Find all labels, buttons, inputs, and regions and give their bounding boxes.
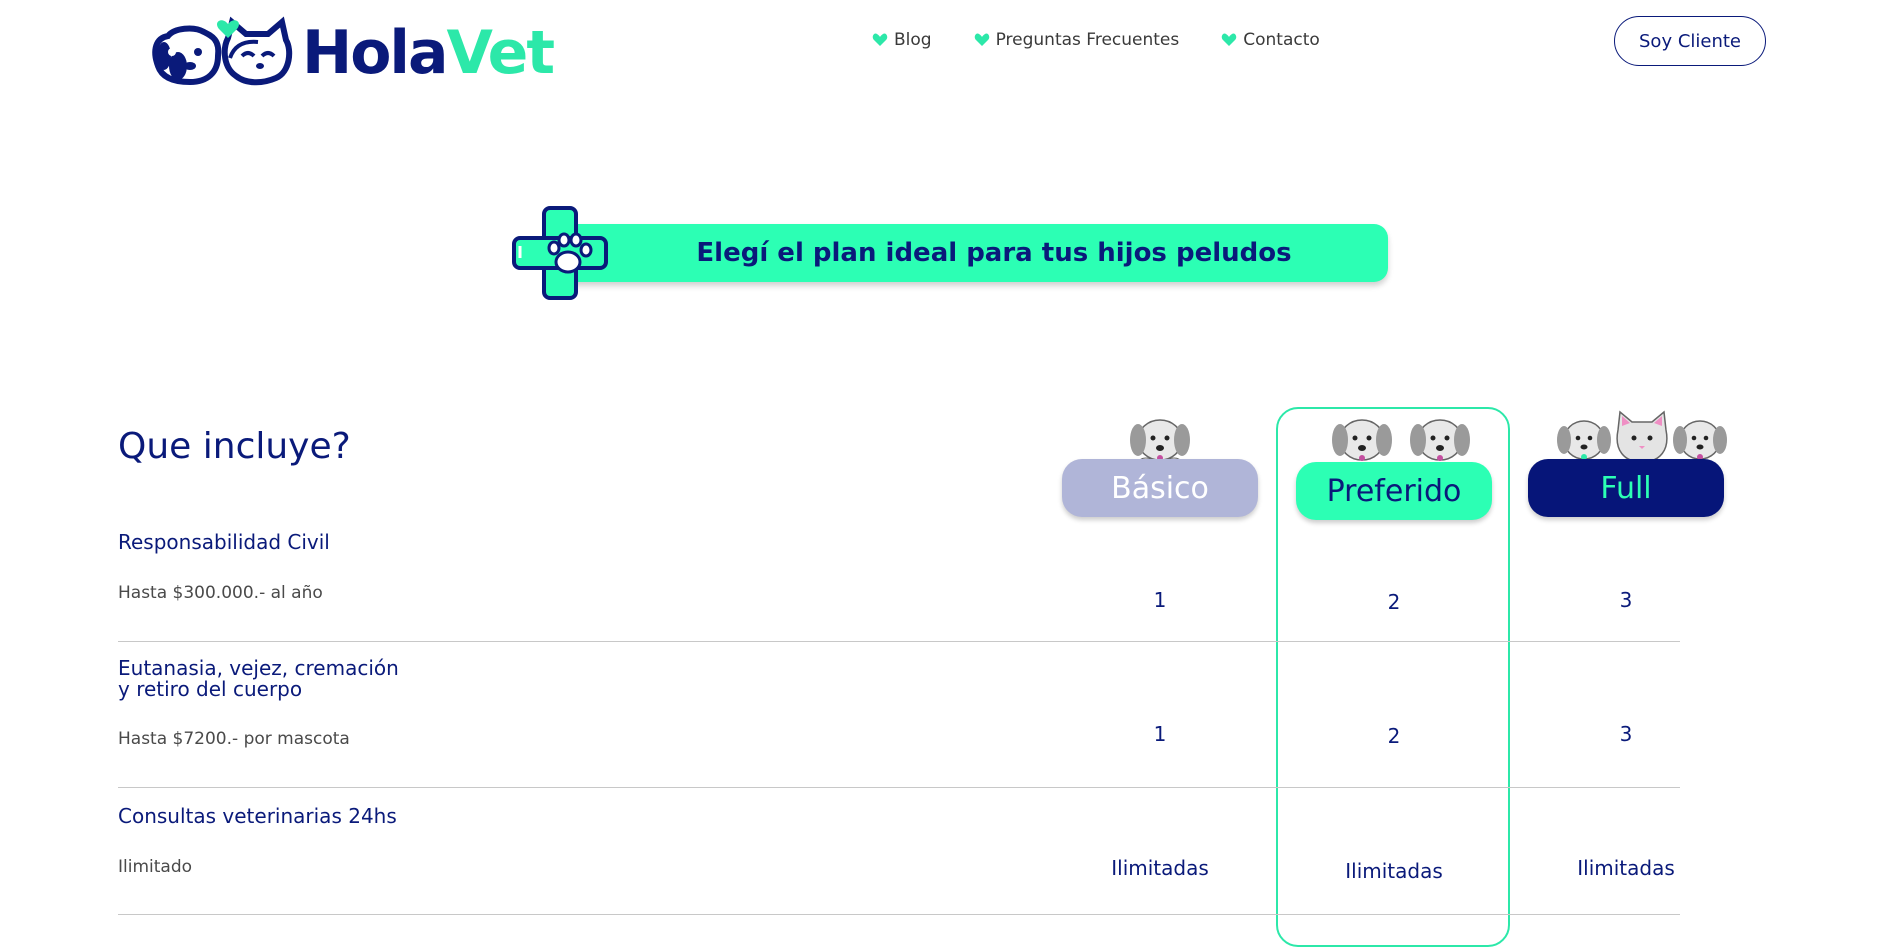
basic-value: Ilimitadas: [1111, 856, 1209, 880]
row-divider: [118, 914, 1680, 915]
heart-icon: [872, 33, 888, 46]
main-nav: Blog Preguntas Frecuentes Contacto: [872, 30, 1320, 50]
nav-faq[interactable]: Preguntas Frecuentes: [974, 30, 1180, 50]
basic-value: 1: [1153, 722, 1167, 746]
feature-title-line-2: y retiro del cuerpo: [118, 677, 303, 701]
plan-basic[interactable]: Básico: [1062, 459, 1258, 517]
section-title: Que incluye?: [118, 426, 351, 467]
row-divider: [118, 787, 1680, 788]
feature-title: Consultas veterinarias 24hs: [118, 804, 397, 828]
basic-value: 1: [1153, 588, 1167, 612]
feature-subtitle: Hasta $300.000.- al año: [118, 583, 323, 603]
brand-vet: Vet: [446, 18, 556, 88]
brand-hola: Hola: [302, 18, 448, 88]
full-value: 3: [1619, 588, 1633, 612]
brand-name: HolaVet: [302, 23, 555, 83]
nav-blog-label: Blog: [894, 30, 932, 50]
plan-preferred[interactable]: Preferido: [1296, 462, 1492, 520]
two-dogs-mascot-icon: [1332, 419, 1470, 461]
nav-contact-label: Contacto: [1243, 30, 1320, 50]
client-login-button[interactable]: Soy Cliente: [1614, 16, 1766, 66]
logo[interactable]: HolaVet: [150, 16, 555, 90]
nav-faq-label: Preguntas Frecuentes: [995, 30, 1180, 50]
full-value: 3: [1619, 722, 1633, 746]
feature-subtitle: Hasta $7200.- por mascota: [118, 729, 350, 749]
nav-blog[interactable]: Blog: [872, 30, 932, 50]
row-divider: [118, 641, 1680, 642]
preferred-value: Ilimitadas: [1345, 859, 1443, 883]
preferred-value: 2: [1387, 590, 1401, 614]
feature-title: Eutanasia, vejez, cremación y retiro del…: [118, 658, 399, 700]
feature-title-line-1: Eutanasia, vejez, cremación: [118, 656, 399, 680]
plan-banner: Elegí el plan ideal para tus hijos pelud…: [560, 224, 1388, 282]
dog-mascot-icon: [1130, 419, 1190, 466]
medical-paw-icon: [512, 206, 608, 300]
pets-logo-icon: [152, 16, 293, 86]
banner-text: Elegí el plan ideal para tus hijos pelud…: [696, 238, 1292, 268]
nav-contact[interactable]: Contacto: [1221, 30, 1320, 50]
preferred-value: 2: [1387, 724, 1401, 748]
feature-title: Responsabilidad Civil: [118, 530, 330, 554]
heart-icon: [974, 33, 989, 46]
plan-full[interactable]: Full: [1528, 459, 1724, 517]
full-value: Ilimitadas: [1577, 856, 1675, 880]
heart-icon: [1222, 33, 1237, 46]
feature-subtitle: Ilimitado: [118, 857, 193, 877]
dogs-and-cat-mascot-icon: [1557, 410, 1727, 463]
